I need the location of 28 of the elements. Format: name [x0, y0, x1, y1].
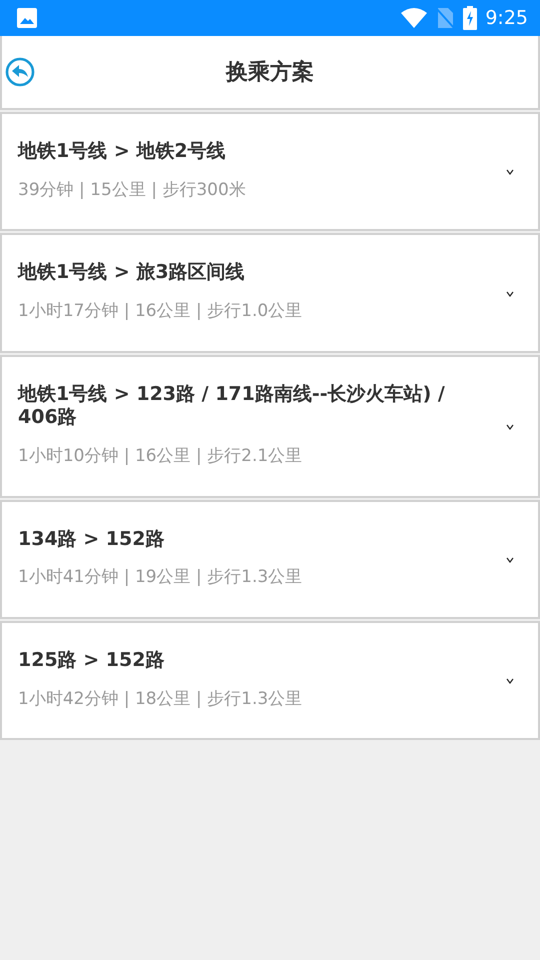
- route-title: 地铁1号线 > 地铁2号线: [18, 140, 227, 164]
- back-icon: [5, 57, 35, 87]
- route-plan-item[interactable]: 125路 > 152路 1小时42分钟 | 18公里 | 步行1.3公里: [0, 620, 540, 740]
- route-plan-item[interactable]: 地铁1号线 > 123路 / 171路南线--长沙火车站) / 406路 1小时10分钟 | 16公里 | 步行2.1公里: [0, 354, 540, 498]
- route-title: 地铁1号线 > 旅3路区间线: [18, 261, 246, 285]
- page-title: 换乘方案: [226, 58, 314, 86]
- battery-charging-icon: [463, 6, 478, 30]
- status-time: 9:25: [485, 6, 528, 31]
- chevron-down-icon: [506, 169, 514, 176]
- route-summary: 1小时42分钟 | 18公里 | 步行1.3公里: [18, 688, 304, 710]
- route-summary: 1小时10分钟 | 16公里 | 步行2.1公里: [18, 445, 304, 468]
- route-summary: 1小时41分钟 | 19公里 | 步行1.3公里: [18, 566, 304, 590]
- chevron-down-icon: [506, 556, 514, 563]
- route-title: 125路 > 152路: [18, 648, 166, 672]
- route-plan-item[interactable]: 134路 > 152路 1小时41分钟 | 19公里 | 步行1.3公里: [0, 500, 540, 619]
- route-title: 地铁1号线 > 123路 / 171路南线--长沙火车站) / 406路: [18, 382, 446, 430]
- image-icon: [16, 7, 38, 29]
- chevron-down-icon: [506, 424, 514, 430]
- wifi-icon: [401, 8, 428, 28]
- route-summary: 39分钟 | 15公里 | 步行300米: [18, 178, 247, 202]
- no-sim-icon: [435, 7, 456, 29]
- back-button[interactable]: [5, 57, 35, 87]
- route-plan-item[interactable]: 地铁1号线 > 旅3路区间线 1小时17分钟 | 16公里 | 步行1.0公里: [0, 233, 540, 352]
- route-summary: 1小时17分钟 | 16公里 | 步行1.0公里: [18, 300, 304, 323]
- chevron-down-icon: [506, 678, 514, 684]
- chevron-down-icon: [506, 290, 514, 296]
- route-plan-item[interactable]: 地铁1号线 > 地铁2号线 39分钟 | 15公里 | 步行300米: [0, 112, 540, 232]
- route-title: 134路 > 152路: [18, 528, 166, 552]
